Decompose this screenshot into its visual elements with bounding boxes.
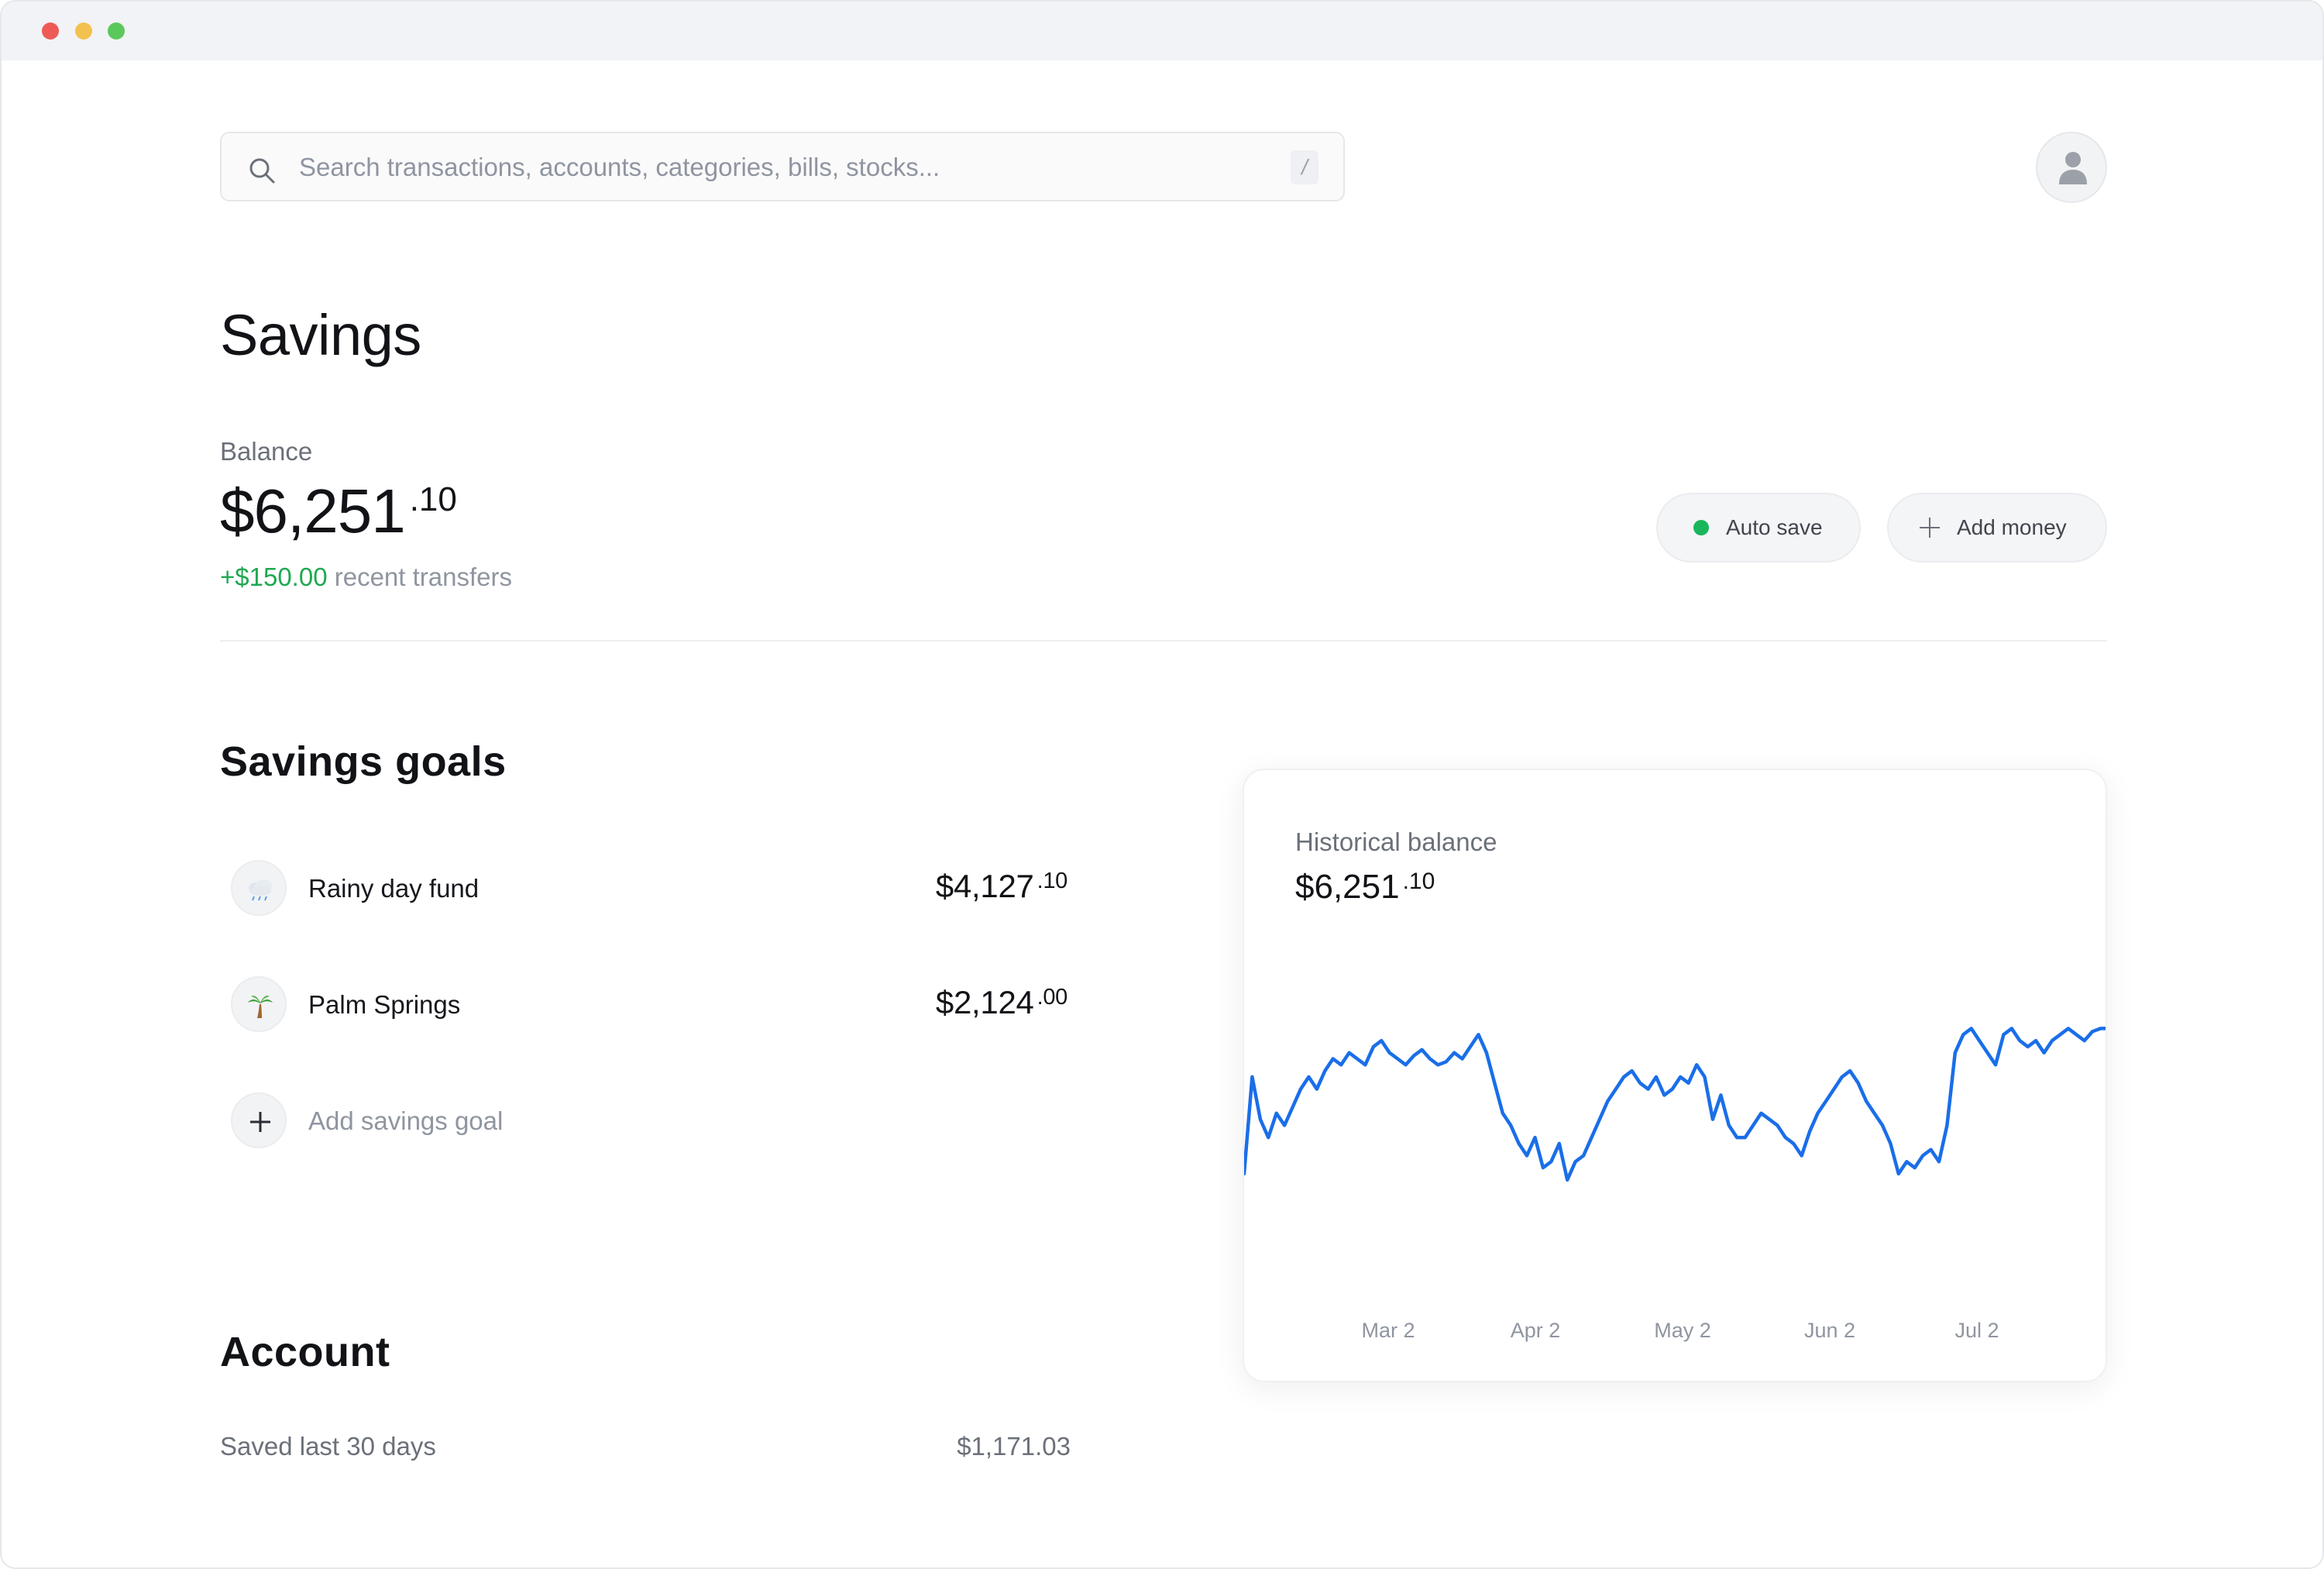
page-title: Savings (220, 303, 421, 367)
add-money-label: Add money (1957, 515, 2067, 539)
savings-goal-item[interactable]: Palm Springs $2,124.00 (231, 976, 1067, 1032)
user-icon (2059, 152, 2087, 184)
palm-tree-icon (231, 976, 287, 1032)
x-tick-label: Jun 2 (1803, 1319, 1856, 1342)
close-window-button[interactable] (42, 22, 59, 40)
user-avatar-button[interactable] (2036, 132, 2107, 203)
balance-line-chart[interactable] (1244, 770, 2107, 1382)
x-tick-label: Apr 2 (1510, 1319, 1561, 1342)
balance-cents: .10 (409, 480, 457, 518)
status-dot-icon (1693, 520, 1709, 535)
section-divider (220, 640, 2107, 642)
savings-goal-item[interactable]: Rainy day fund $4,127.10 (231, 860, 1067, 916)
balance-whole: $6,251 (220, 477, 406, 545)
minimize-window-button[interactable] (75, 22, 92, 40)
auto-save-label: Auto save (1726, 515, 1823, 539)
add-money-button[interactable]: Add money (1887, 493, 2107, 563)
goal-amount-cents: .10 (1037, 869, 1068, 893)
search-input[interactable] (299, 147, 1229, 188)
balance-series-line (1244, 1027, 2106, 1182)
x-tick-label: Jul 2 (1954, 1319, 1999, 1342)
historical-balance-card: Historical balance $6,251.10 Mar 2 Apr 2M… (1243, 769, 2107, 1382)
goal-amount: $4,127.10 (936, 868, 1067, 905)
goal-amount-cents: .00 (1037, 985, 1068, 1010)
maximize-window-button[interactable] (108, 22, 125, 40)
add-savings-goal-button[interactable]: Add savings goal (231, 1092, 1067, 1148)
account-title: Account (220, 1329, 390, 1375)
search-icon (248, 157, 276, 184)
add-savings-goal-label: Add savings goal (308, 1106, 504, 1135)
plus-icon (1920, 518, 1940, 538)
balance-change: +$150.00 recent transfers (220, 563, 512, 592)
goal-name: Palm Springs (308, 990, 461, 1019)
goal-amount-whole: $4,127 (935, 868, 1034, 904)
account-stat-label: Saved last 30 days (220, 1432, 436, 1461)
search-bar[interactable]: / (220, 132, 1345, 201)
balance-change-amount: +$150.00 (220, 563, 328, 591)
app-window: / Savings Balance $6,251.10 +$150.00 rec… (0, 0, 2324, 1569)
x-tick-label: May 2 (1654, 1319, 1711, 1342)
title-bar (2, 2, 2322, 60)
goal-amount: $2,124.00 (936, 984, 1067, 1021)
auto-save-button[interactable]: Auto save (1656, 493, 1861, 563)
balance-label: Balance (220, 437, 313, 466)
goal-amount-whole: $2,124 (935, 984, 1034, 1020)
account-stat-value: $1,171.03 (957, 1432, 1071, 1461)
goal-name: Rainy day fund (308, 874, 480, 903)
rain-cloud-icon (231, 860, 287, 916)
balance-change-text: recent transfers (334, 563, 512, 591)
search-shortcut-hint: / (1291, 150, 1318, 184)
savings-goals-title: Savings goals (220, 738, 507, 785)
plus-icon (231, 1092, 287, 1148)
x-tick-label: Mar 2 (1361, 1319, 1415, 1342)
balance-amount: $6,251.10 (220, 476, 457, 547)
